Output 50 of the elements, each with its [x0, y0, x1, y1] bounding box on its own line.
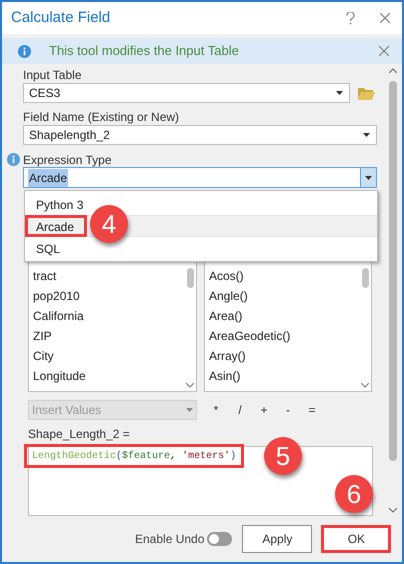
field-label: Field Name (Existing or New) — [23, 109, 180, 125]
info-icon[interactable] — [7, 153, 20, 166]
help-icon[interactable] — [346, 12, 355, 24]
info-message: This tool modifies the Input Table — [49, 42, 240, 60]
list-item[interactable]: Acos() — [209, 266, 244, 286]
scrollbar-thumb[interactable] — [388, 81, 396, 461]
list-item[interactable]: AreaGeodetic() — [209, 326, 290, 346]
expression-code: LengthGeodetic($feature, 'meters') — [24, 444, 244, 468]
ok-button[interactable]: OK — [321, 524, 392, 552]
scrollbar-thumb[interactable] — [362, 268, 368, 288]
caret-icon[interactable] — [363, 133, 370, 137]
apply-button[interactable]: Apply — [242, 524, 312, 552]
scroll-down-icon[interactable] — [388, 508, 396, 513]
operator-button[interactable]: + — [258, 401, 270, 419]
list-item[interactable]: Area() — [209, 306, 242, 326]
list-item[interactable]: California — [33, 306, 84, 326]
list-item[interactable]: City — [33, 346, 54, 366]
dropdown[interactable]: Arcade — [23, 167, 377, 188]
close-icon[interactable] — [379, 46, 389, 56]
list-item[interactable]: tract — [33, 266, 56, 286]
caret-icon[interactable] — [365, 176, 372, 180]
dropdown[interactable]: CES3 — [23, 83, 350, 103]
list-item[interactable]: ZIP — [33, 326, 52, 346]
dropdown-option[interactable]: Arcade — [25, 215, 88, 237]
scroll-up-icon[interactable] — [388, 68, 396, 73]
toggle-switch[interactable] — [207, 532, 232, 546]
list-item[interactable]: Array() — [209, 346, 246, 366]
caret-icon[interactable] — [336, 91, 343, 95]
operator-button[interactable]: = — [306, 401, 318, 419]
operator-button[interactable]: / — [234, 401, 246, 419]
callout-badge: 5 — [264, 437, 302, 475]
list-item[interactable]: Angle() — [209, 286, 248, 306]
close-icon[interactable] — [380, 13, 390, 23]
dropdown-option[interactable]: SQL — [25, 237, 74, 259]
operator-button[interactable]: - — [282, 401, 294, 419]
operator-button[interactable]: * — [210, 401, 222, 419]
window-title: Calculate Field — [11, 8, 112, 28]
toggle-label: Enable Undo — [135, 530, 204, 548]
expression-label: Shape_Length_2 = — [28, 426, 130, 442]
info-icon — [18, 44, 31, 58]
scrollbar-thumb[interactable] — [186, 268, 194, 288]
dropdown[interactable]: Shapelength_2 — [23, 125, 377, 145]
list-item[interactable]: pop2010 — [33, 286, 80, 306]
folder-icon[interactable] — [358, 86, 375, 100]
list-item[interactable]: Longitude — [33, 366, 86, 386]
list-item[interactable]: Asin() — [209, 366, 240, 386]
scroll-down-icon[interactable] — [186, 383, 194, 388]
scroll-down-icon[interactable] — [361, 383, 369, 388]
field-label: Input Table — [23, 67, 82, 83]
field-label: Expression Type — [23, 153, 112, 167]
